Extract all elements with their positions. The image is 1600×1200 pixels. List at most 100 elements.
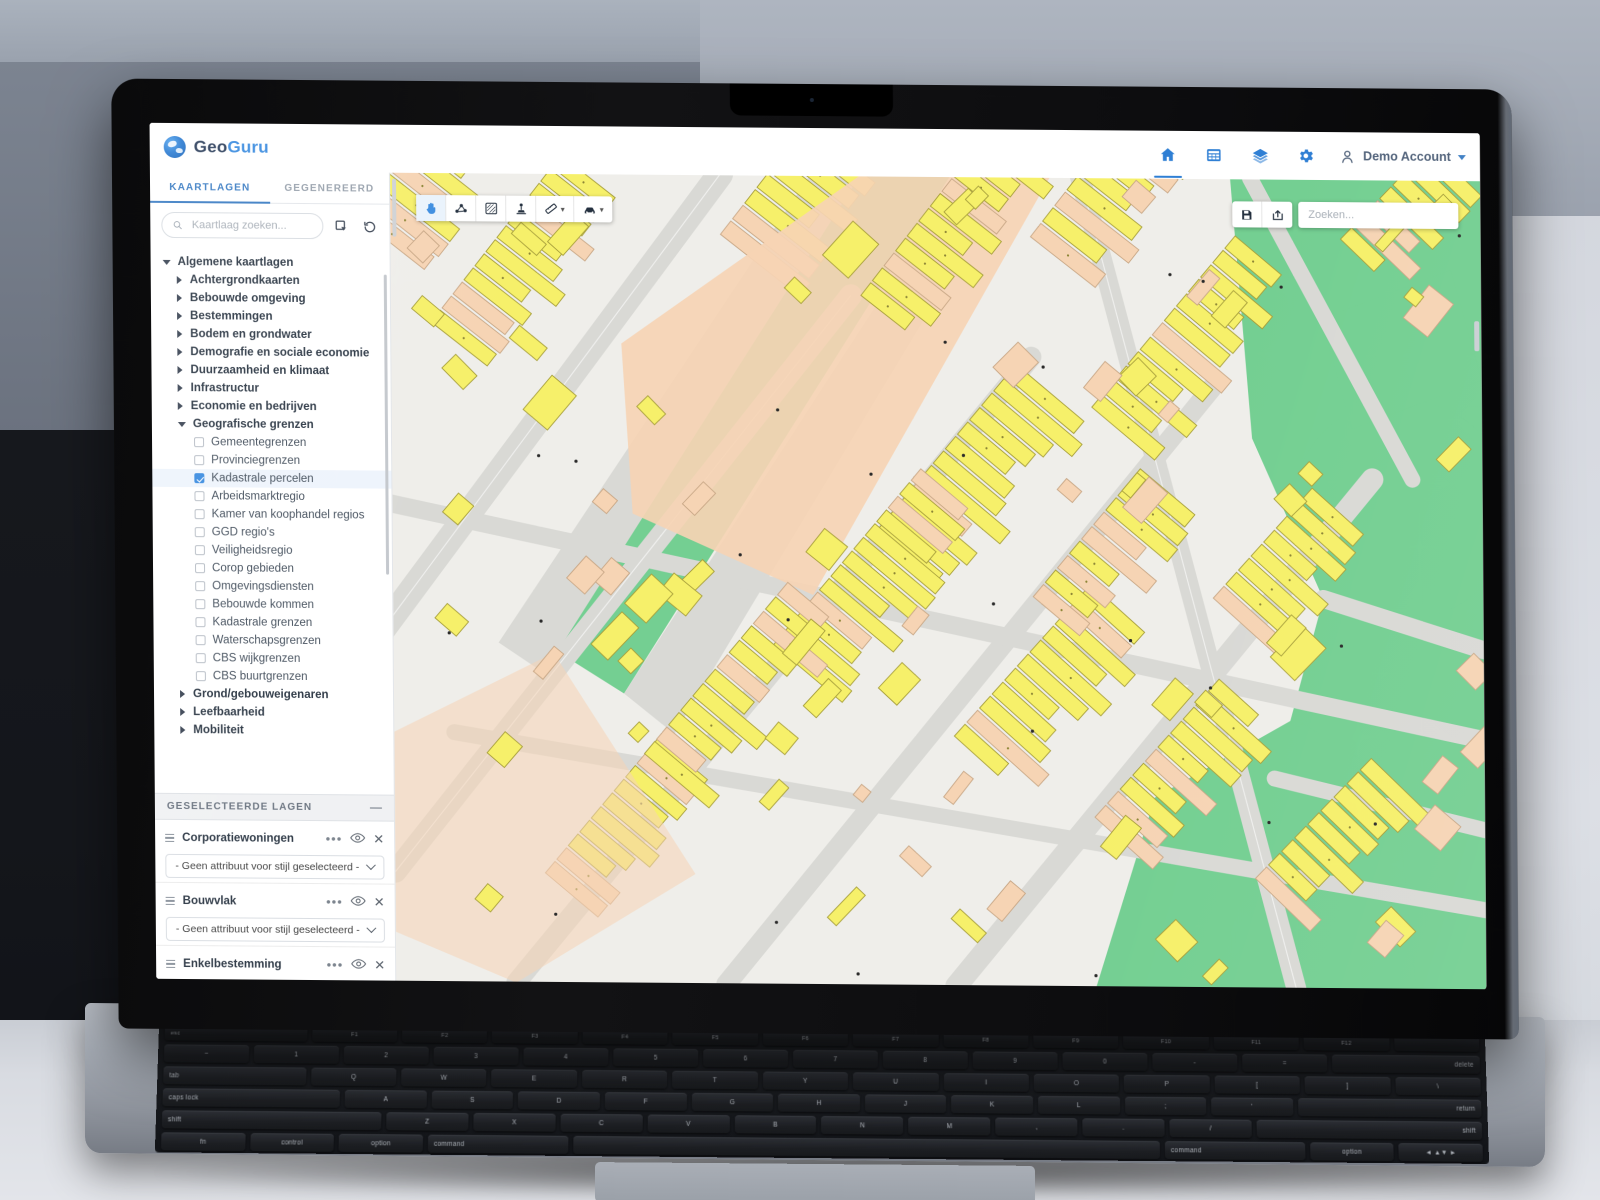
laptop-lid: GeoGuru Demo Account KAARTLAGEN GEGENERE… [111,78,1519,1040]
close-icon[interactable]: ✕ [374,895,385,910]
tree-item-gemeentegrenzen[interactable]: Gemeentegrenzen [152,433,391,453]
tool-route[interactable]: ▾ [574,196,612,222]
checkbox-icon[interactable] [195,617,206,628]
chevron-down-icon[interactable] [177,421,186,427]
chevron-right-icon[interactable] [177,312,184,321]
tree-item-economie-en-bedrijven[interactable]: Economie en bedrijven [152,397,391,417]
tree-item-cbs-wijkgrenzen[interactable]: CBS wijkgrenzen [154,649,393,669]
brand[interactable]: GeoGuru [163,135,269,159]
tree-item-leefbaarheid[interactable]: Leefbaarheid [154,703,393,723]
map-scrollbar-right[interactable] [1474,321,1480,352]
tree-item-omgevingsdiensten[interactable]: Omgevingsdiensten [153,577,392,597]
checkbox-icon[interactable] [195,563,206,574]
nav-settings[interactable] [1283,133,1329,179]
tree-item-achtergrondkaarten[interactable]: Achtergrondkaarten [151,271,390,291]
eye-icon[interactable] [351,956,367,974]
export-button[interactable] [1262,202,1292,228]
save-button[interactable] [1232,201,1263,228]
tree-item-demografie-en-sociale-economie[interactable]: Demografie en sociale economie [151,343,390,363]
nav-tables[interactable] [1191,132,1237,178]
key-9: 9 [972,1051,1058,1071]
checkbox-checked-icon[interactable] [194,473,205,484]
tree-item-grond-gebouweigenaren[interactable]: Grond/gebouweigenaren [154,685,393,705]
style-attribute-select[interactable]: - Geen attribuut voor stijl geselecteerd… [165,916,385,943]
tree-item-corop-gebieden[interactable]: Corop gebieden [153,559,392,579]
tree-item-bodem-en-grondwater[interactable]: Bodem en grondwater [151,325,390,345]
key-arrows: ◄ ▲▼ ► [1398,1143,1484,1162]
chevron-right-icon[interactable] [177,348,184,357]
tool-grid-select[interactable] [476,195,507,222]
drag-handle-icon[interactable] [166,960,176,968]
layer-search-input[interactable] [189,218,313,234]
tree-item-algemene-kaartlagen[interactable]: Algemene kaartlagen [151,253,390,273]
layer-search-box[interactable] [161,211,324,240]
tree-item-kadastrale-percelen[interactable]: Kadastrale percelen [152,468,392,489]
checkbox-icon[interactable] [194,437,205,448]
chevron-right-icon[interactable] [180,707,187,717]
tree-item-arbeidsmarktregio[interactable]: Arbeidsmarktregio [152,487,391,507]
tree-item-cbs-buurtgrenzen[interactable]: CBS buurtgrenzen [154,667,393,687]
tab-gegenereerd[interactable]: GEGENEREERD [269,172,389,204]
tree-item-geografische-grenzen[interactable]: Geografische grenzen [152,415,391,435]
tree-item-kamer-van-koophandel-regios[interactable]: Kamer van koophandel regios [153,505,392,525]
eye-icon[interactable] [350,893,366,911]
chevron-right-icon[interactable] [180,690,187,699]
tree-item-waterschapsgrenzen[interactable]: Waterschapsgrenzen [154,631,393,651]
drag-handle-icon[interactable] [165,834,175,842]
sidebar: KAARTLAGEN GEGENEREERD Kaartlaag zoeken.… [149,170,397,981]
checkbox-icon[interactable] [195,671,206,682]
chevron-right-icon[interactable] [176,276,183,285]
checkbox-icon[interactable] [195,653,206,664]
chevron-right-icon[interactable] [177,384,184,393]
checkbox-icon[interactable] [195,581,206,592]
nav-home[interactable] [1145,132,1191,178]
more-icon[interactable]: ••• [326,831,343,846]
tree-item-infrastructur[interactable]: Infrastructur [152,379,391,399]
style-attribute-select[interactable]: - Geen attribuut voor stijl geselecteerd… [165,853,385,880]
tree-item-ggd-regio-s[interactable]: GGD regio's [153,523,392,543]
checkbox-icon[interactable] [195,599,206,610]
chevron-down-icon[interactable] [162,259,171,265]
drag-handle-icon[interactable] [165,897,175,905]
account-menu[interactable]: Demo Account [1329,148,1472,166]
tree-item-mobiliteit[interactable]: Mobiliteit [154,721,393,741]
tree-item-duurzaamheid-en-klimaat[interactable]: Duurzaamheid en klimaat [151,361,390,381]
map-canvas[interactable]: ▾ ▾ [389,172,1487,990]
select-layers-icon[interactable] [331,216,351,236]
chevron-right-icon[interactable] [180,725,187,735]
tool-network-node[interactable] [446,195,477,222]
map-scrollbar-left[interactable] [392,178,397,237]
chevron-right-icon[interactable] [177,366,184,375]
tree-item-provinciegrenzen[interactable]: Provinciegrenzen [152,451,391,471]
tree-item-bebouwde-omgeving[interactable]: Bebouwde omgeving [151,289,390,309]
checkbox-icon[interactable] [194,491,205,502]
tool-pan-hand[interactable] [416,194,447,222]
tree-item-bestemmingen[interactable]: Bestemmingen [151,307,390,327]
checkbox-icon[interactable] [194,527,205,538]
nav-layers[interactable] [1237,132,1283,178]
minus-icon[interactable] [369,807,382,809]
checkbox-icon[interactable] [194,455,205,466]
chevron-right-icon[interactable] [177,402,184,411]
map-search-input[interactable] [1306,207,1453,224]
tool-measure[interactable]: ▾ [536,195,575,223]
chevron-right-icon[interactable] [176,294,183,303]
more-icon[interactable]: ••• [326,894,343,909]
tree-item-kadastrale-grenzen[interactable]: Kadastrale grenzen [153,613,392,633]
close-icon[interactable]: ✕ [374,958,385,973]
grid-select-icon [484,202,497,215]
tool-pin-drop[interactable] [506,195,537,222]
selected-layers-header[interactable]: GESELECTEERDE LAGEN [154,792,395,822]
tree-item-veiligheidsregio[interactable]: Veiligheidsregio [153,541,392,561]
checkbox-icon[interactable] [194,545,205,556]
chevron-right-icon[interactable] [177,330,184,339]
checkbox-icon[interactable] [195,635,206,646]
tab-kaartlagen[interactable]: KAARTLAGEN [150,171,270,203]
checkbox-icon[interactable] [194,509,205,520]
tree-item-bebouwde-kommen[interactable]: Bebouwde kommen [153,595,392,615]
map-search-box[interactable] [1298,201,1459,230]
more-icon[interactable]: ••• [327,957,344,972]
reset-icon[interactable] [359,216,379,236]
close-icon[interactable]: ✕ [373,832,384,847]
eye-icon[interactable] [350,830,366,848]
